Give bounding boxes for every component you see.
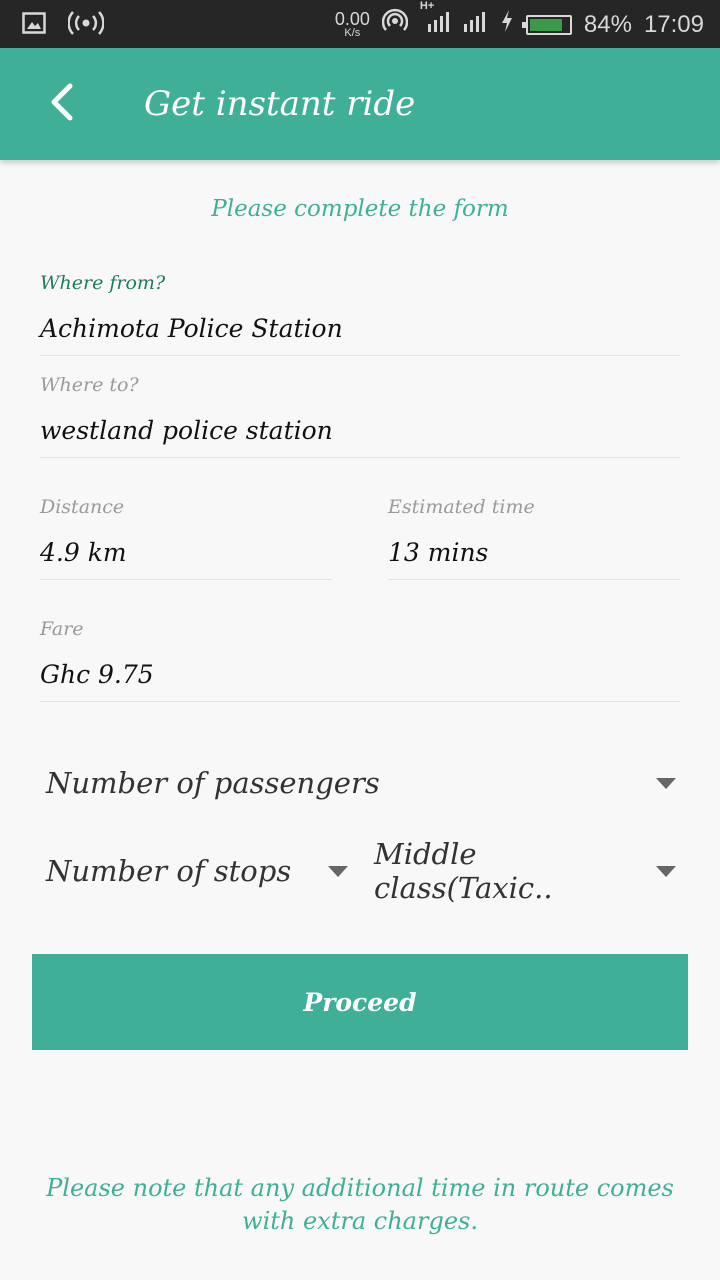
battery-percent: 84%	[583, 10, 632, 38]
caret-down-icon	[656, 865, 676, 877]
charging-icon	[500, 9, 514, 40]
net-speed: 0.00 K/s	[335, 10, 370, 39]
fare-field: Fare Ghc 9.75	[40, 618, 680, 702]
status-bar-left	[22, 10, 105, 41]
status-bar-right: 0.00 K/s H+ 84% 17:09	[335, 0, 704, 41]
fare-value: Ghc 9.75	[40, 660, 154, 689]
ride-class-label: Middle class(Taxic..	[374, 837, 553, 905]
net-speed-unit: K/s	[344, 27, 361, 39]
cellular-signal-2-icon	[462, 8, 488, 41]
estimated-time-label: Estimated time	[388, 496, 535, 518]
chevron-left-icon	[48, 82, 76, 126]
battery-fill	[529, 18, 562, 31]
where-to-value: westland police station	[40, 416, 333, 445]
page-title: Get instant ride	[144, 84, 416, 124]
fare-label: Fare	[40, 618, 84, 640]
distance-field: Distance 4.9 km	[40, 496, 332, 580]
net-speed-value: 0.00	[334, 9, 370, 29]
caret-down-icon	[328, 865, 348, 877]
wifi-signal-icon	[381, 8, 409, 41]
cellular-signal-icon: H+	[420, 0, 450, 41]
proceed-button[interactable]: Proceed	[32, 954, 688, 1050]
extra-charges-note: Please note that any additional time in …	[46, 1174, 674, 1235]
where-to-label: Where to?	[40, 374, 139, 396]
where-from-field[interactable]: Where from? Achimota Police Station	[40, 272, 680, 356]
hotspot-icon	[67, 10, 105, 41]
gallery-icon	[22, 12, 46, 39]
estimated-time-value: 13 mins	[388, 538, 489, 567]
clock: 17:09	[643, 10, 704, 38]
distance-value: 4.9 km	[40, 538, 127, 567]
where-from-value: Achimota Police Station	[40, 314, 343, 343]
app-bar: Get instant ride	[0, 48, 720, 160]
passengers-label: Number of passengers	[46, 766, 380, 800]
where-to-field[interactable]: Where to? westland police station	[40, 374, 680, 458]
stops-dropdown[interactable]: Number of stops	[46, 848, 348, 894]
network-type-label: H+	[419, 0, 435, 12]
distance-label: Distance	[40, 496, 125, 518]
caret-down-icon	[656, 777, 676, 789]
stops-label: Number of stops	[46, 854, 292, 888]
battery-icon	[521, 14, 572, 35]
status-bar: 0.00 K/s H+ 84% 17:09	[0, 0, 720, 48]
form-subtitle: Please complete the form	[211, 196, 509, 222]
passengers-dropdown[interactable]: Number of passengers	[46, 760, 676, 806]
estimated-time-field: Estimated time 13 mins	[388, 496, 680, 580]
ride-class-dropdown[interactable]: Middle class(Taxic..	[374, 837, 676, 905]
where-from-label: Where from?	[40, 272, 166, 294]
back-button[interactable]	[36, 78, 88, 130]
